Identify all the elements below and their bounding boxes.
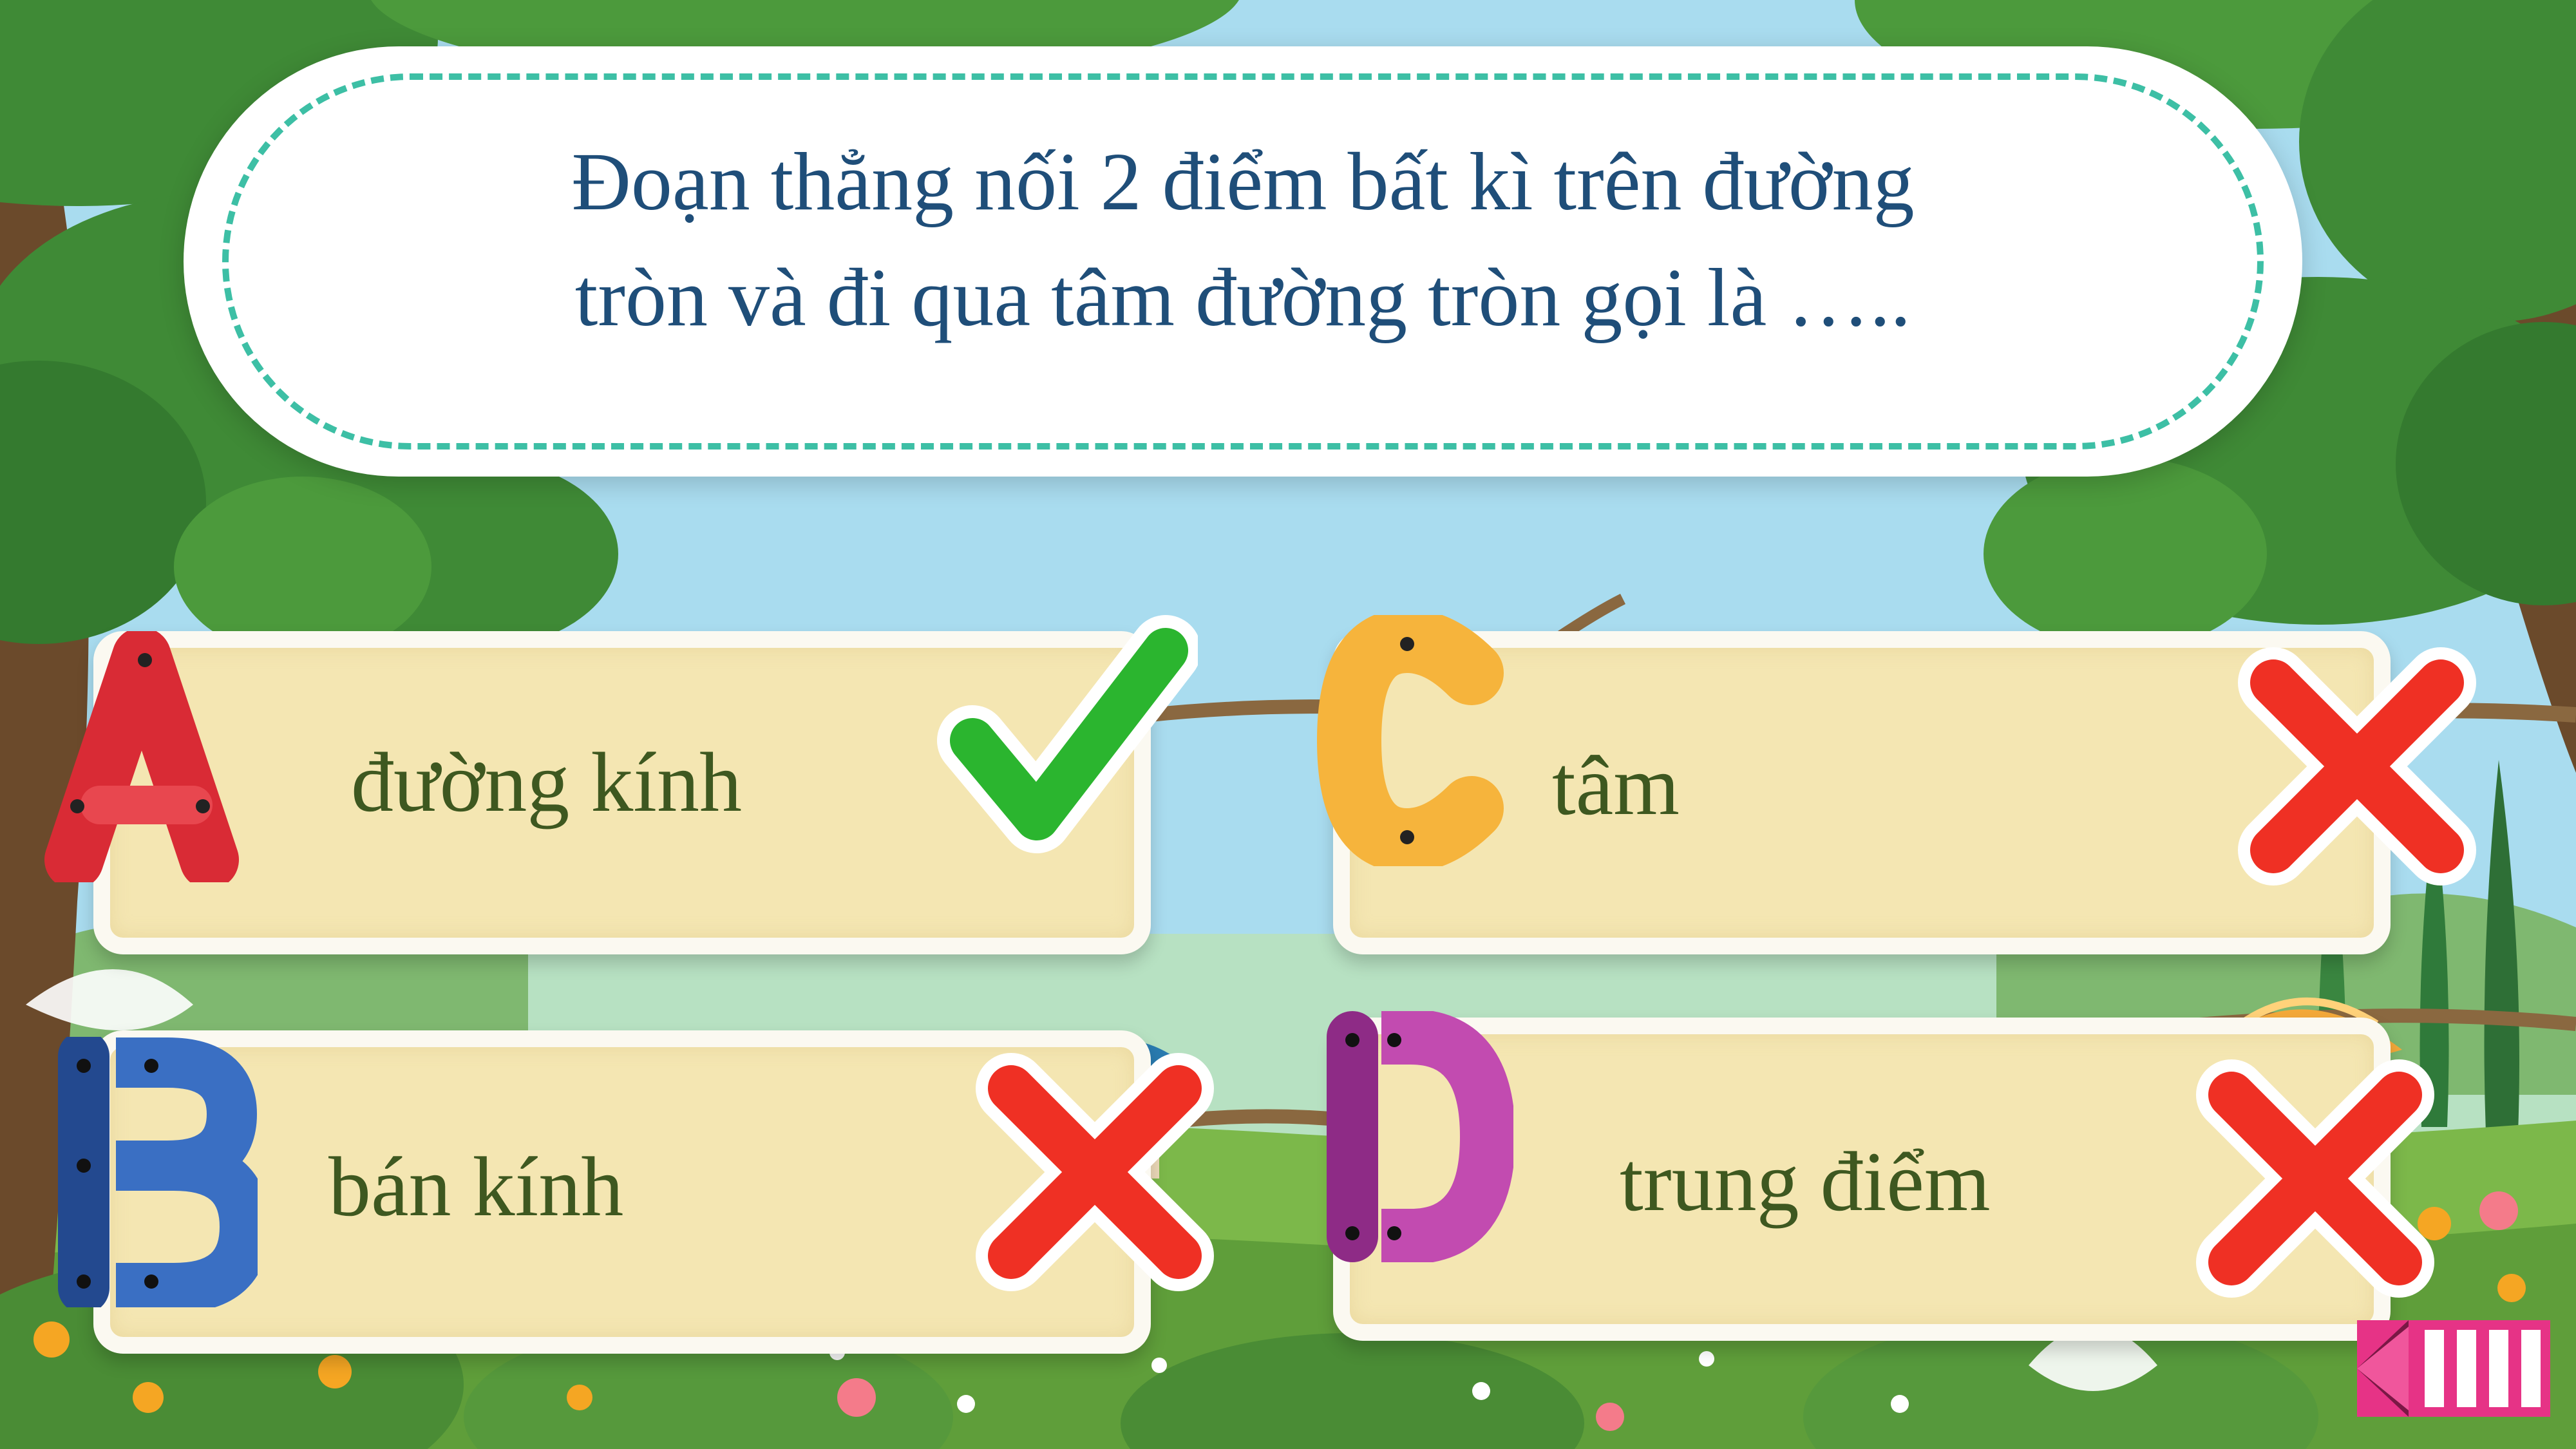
letter-d-icon	[1327, 1011, 1513, 1262]
answer-text-b: bán kính	[328, 1139, 624, 1234]
question-text: Đoạn thẳng nối 2 điểm bất kì trên đường …	[261, 124, 2225, 355]
letter-b-icon	[58, 1037, 258, 1307]
cross-icon	[976, 1053, 1214, 1291]
quiz-slide: Đoạn thẳng nối 2 điểm bất kì trên đường …	[0, 0, 2576, 1449]
letter-a-icon	[44, 631, 239, 882]
question-line-1: Đoạn thẳng nối 2 điểm bất kì trên đường	[571, 136, 1915, 227]
answer-text-a: đường kính	[351, 735, 743, 829]
letter-c-icon	[1317, 615, 1504, 866]
check-icon	[937, 615, 1198, 853]
answer-text-d: trung điểm	[1620, 1134, 1991, 1229]
cross-icon	[2196, 1059, 2434, 1298]
question-bubble: Đoạn thẳng nối 2 điểm bất kì trên đường …	[184, 46, 2302, 477]
back-arrow-icon[interactable]	[2344, 1314, 2557, 1423]
cross-icon	[2238, 647, 2476, 886]
question-line-2: tròn và đi qua tâm đường tròn gọi là …..	[574, 252, 1911, 343]
answer-text-c: tâm	[1552, 738, 1680, 833]
